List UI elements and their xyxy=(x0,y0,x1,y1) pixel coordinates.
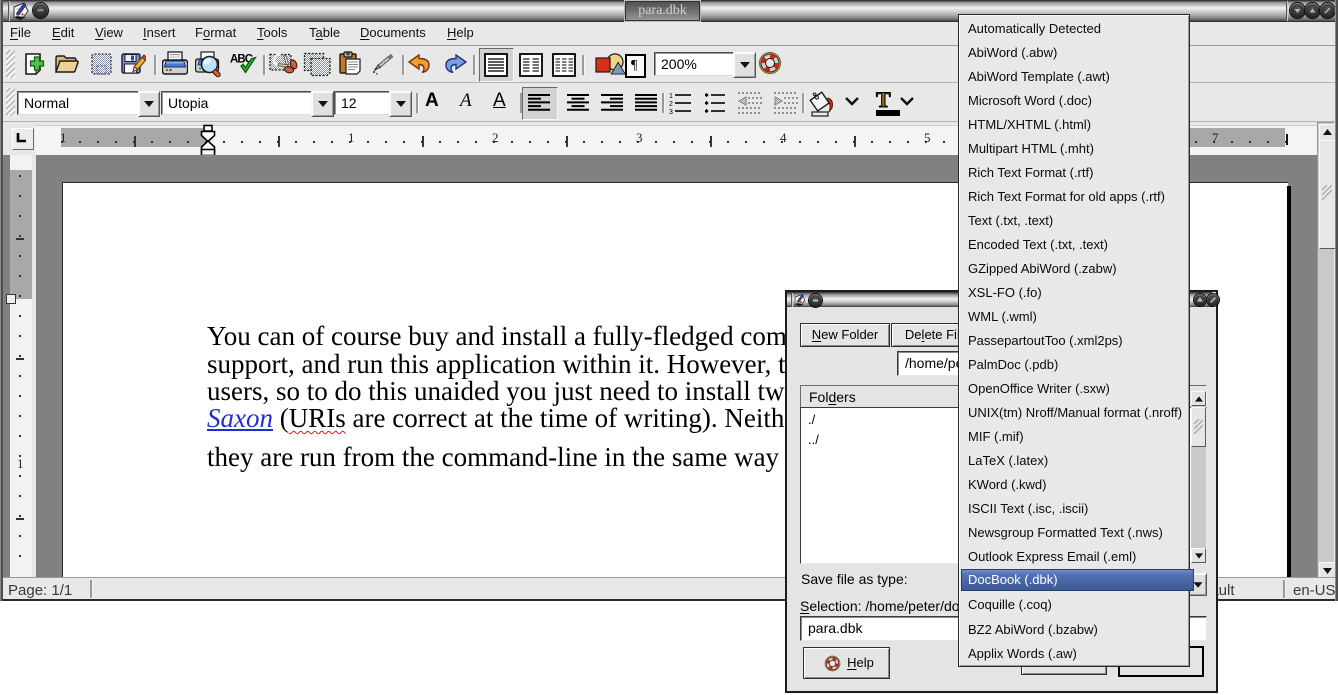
svg-text:2: 2 xyxy=(669,101,673,108)
svg-text:T: T xyxy=(876,89,891,112)
svg-text:1: 1 xyxy=(669,93,673,100)
svg-text:3: 3 xyxy=(669,109,673,115)
svg-text:¶: ¶ xyxy=(631,58,638,73)
